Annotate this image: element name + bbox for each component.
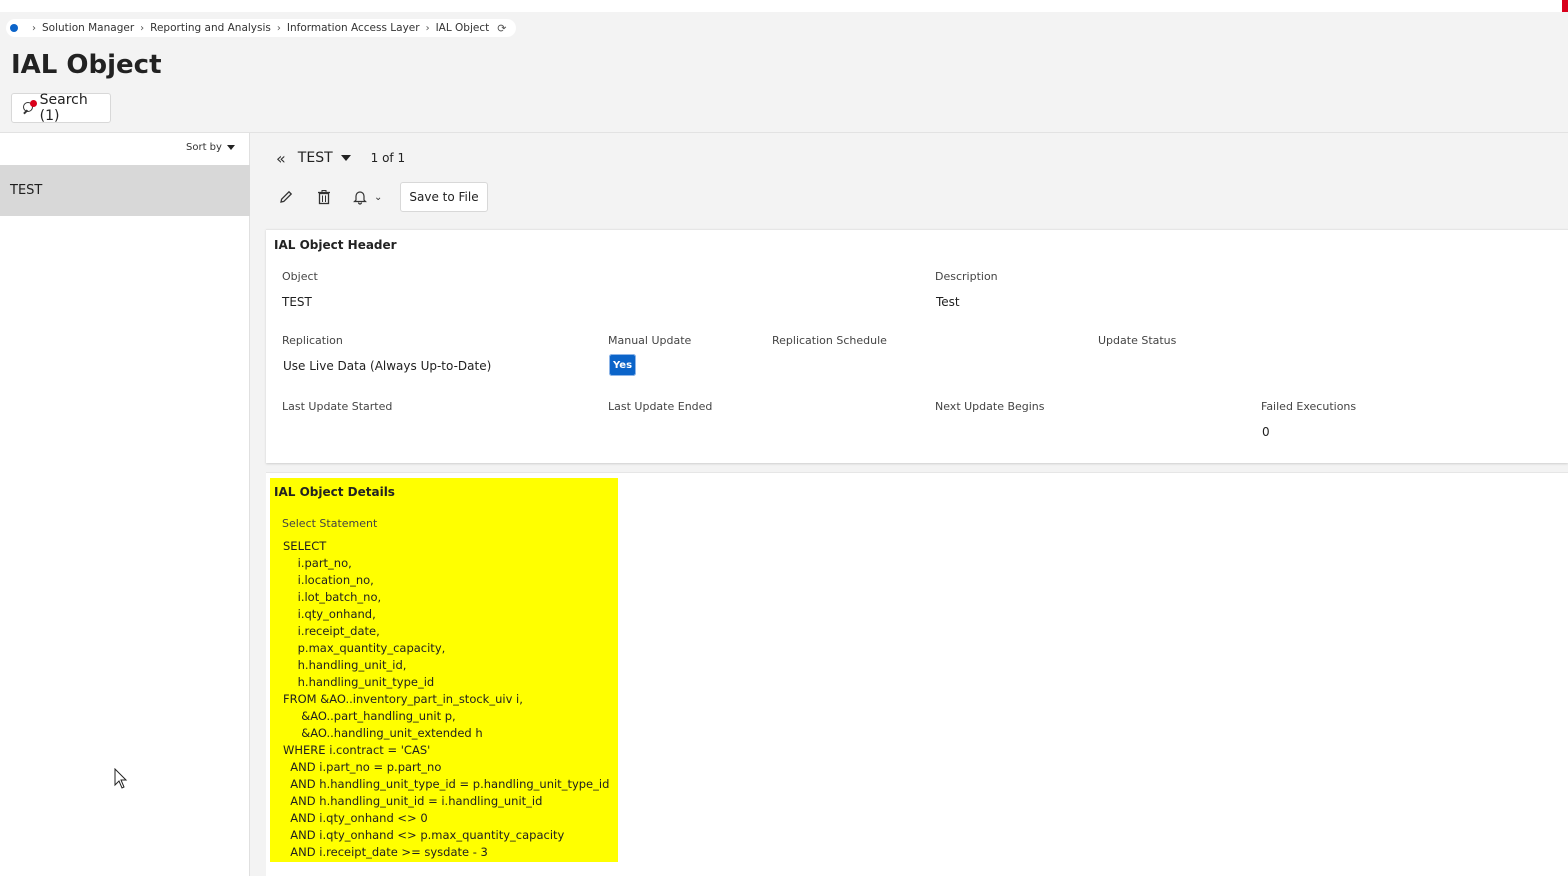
object-label: Object bbox=[282, 270, 318, 283]
failed-executions-label: Failed Executions bbox=[1261, 400, 1357, 413]
caret-down-icon[interactable] bbox=[340, 155, 351, 161]
description-label: Description bbox=[935, 270, 998, 283]
pencil-icon bbox=[280, 190, 293, 203]
notifications-dropdown[interactable]: ⌄ bbox=[352, 189, 382, 205]
edit-button[interactable] bbox=[276, 187, 296, 207]
manual-update-badge: Yes bbox=[609, 354, 636, 376]
object-value: TEST bbox=[282, 295, 312, 309]
list-item-label: TEST bbox=[10, 183, 43, 198]
record-list-panel: Sort by TEST bbox=[0, 133, 250, 876]
highlighted-region: IAL Object Details Select Statement SELE… bbox=[270, 478, 618, 862]
record-count: 1 of 1 bbox=[370, 151, 406, 165]
chevron-right-icon: › bbox=[32, 22, 36, 34]
chevron-right-icon: › bbox=[276, 22, 281, 34]
replication-label: Replication bbox=[282, 334, 343, 347]
home-icon[interactable] bbox=[10, 24, 18, 32]
select-statement-label: Select Statement bbox=[282, 517, 378, 530]
refresh-icon[interactable]: ⟳ bbox=[497, 22, 506, 35]
trash-icon bbox=[318, 190, 330, 205]
card-title: IAL Object Details bbox=[274, 485, 395, 499]
update-status-label: Update Status bbox=[1098, 334, 1177, 347]
sort-by-dropdown[interactable]: Sort by bbox=[186, 142, 235, 153]
mouse-cursor-icon bbox=[114, 768, 128, 789]
search-button[interactable]: Search (1) bbox=[11, 92, 111, 124]
search-button-label: Search (1) bbox=[39, 92, 88, 124]
delete-button[interactable] bbox=[314, 187, 334, 207]
card-title: IAL Object Header bbox=[274, 238, 397, 252]
description-value: Test bbox=[936, 295, 960, 309]
manual-update-label: Manual Update bbox=[608, 334, 692, 347]
double-chevron-left-icon[interactable]: « bbox=[276, 149, 286, 168]
replication-schedule-label: Replication Schedule bbox=[772, 334, 887, 347]
breadcrumb-item-reporting-and-analysis[interactable]: Reporting and Analysis bbox=[150, 22, 271, 34]
breadcrumb-item-information-access-layer[interactable]: Information Access Layer bbox=[287, 22, 420, 34]
caret-down-icon bbox=[226, 145, 235, 150]
sort-by-label: Sort by bbox=[186, 142, 222, 153]
select-statement-value: SELECT i.part_no, i.location_no, i.lot_b… bbox=[283, 539, 610, 859]
breadcrumb-item-ial-object: IAL Object bbox=[435, 22, 490, 34]
notification-dot bbox=[30, 100, 37, 107]
replication-value: Use Live Data (Always Up-to-Date) bbox=[283, 359, 492, 373]
ial-object-details-card: IAL Object Details Select Statement SELE… bbox=[266, 472, 1568, 876]
toolbar: ⌄ Save to File bbox=[276, 182, 488, 212]
top-bar-accent bbox=[1562, 0, 1568, 12]
chevron-down-icon: ⌄ bbox=[374, 191, 383, 203]
record-selector[interactable]: TEST bbox=[298, 150, 333, 166]
save-to-file-button[interactable]: Save to File bbox=[400, 182, 488, 212]
list-item[interactable]: TEST bbox=[0, 165, 250, 216]
top-bar bbox=[0, 0, 1568, 12]
bell-icon bbox=[353, 191, 367, 205]
last-update-started-label: Last Update Started bbox=[282, 400, 393, 413]
ial-object-header-card: IAL Object Header Object TEST Descriptio… bbox=[266, 229, 1568, 463]
page-title: IAL Object bbox=[11, 50, 162, 80]
failed-executions-value: 0 bbox=[1262, 425, 1270, 439]
search-icon bbox=[22, 100, 37, 115]
breadcrumb-item-solution-manager[interactable]: Solution Manager bbox=[42, 22, 134, 34]
next-update-begins-label: Next Update Begins bbox=[935, 400, 1045, 413]
chevron-right-icon: › bbox=[425, 22, 430, 34]
breadcrumb: › Solution Manager › Reporting and Analy… bbox=[6, 19, 517, 37]
last-update-ended-label: Last Update Ended bbox=[608, 400, 713, 413]
chevron-right-icon: › bbox=[140, 22, 145, 34]
record-navigator: « TEST 1 of 1 bbox=[276, 147, 405, 169]
